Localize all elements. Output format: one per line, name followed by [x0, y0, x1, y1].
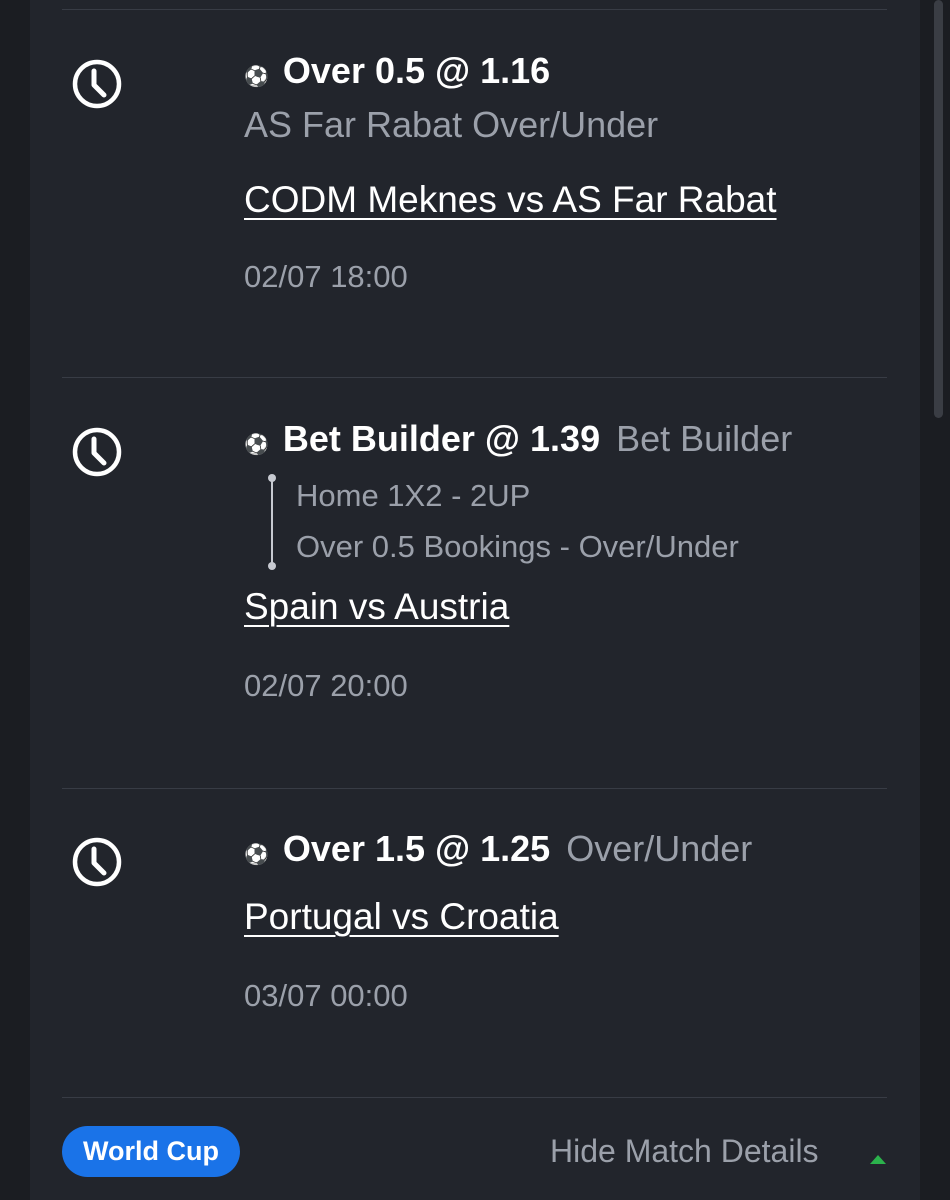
bet-market: Bet Builder [616, 418, 793, 459]
clock-icon [72, 427, 122, 477]
divider [62, 377, 887, 378]
soccer-ball-icon: ⚽ [244, 434, 269, 456]
bet-item: ⚽ Bet Builder @ 1.39 Bet Builder Home 1X… [244, 418, 884, 704]
bet-builder-legs: Home 1X2 - 2UP Over 0.5 Bookings - Over/… [244, 470, 884, 572]
caret-up-icon[interactable] [870, 1155, 886, 1164]
divider [62, 788, 887, 789]
leg-dot [268, 562, 276, 570]
bet-selection: Bet Builder @ 1.39 [282, 418, 601, 459]
divider [62, 1097, 887, 1098]
bet-leg: Over 0.5 Bookings - Over/Under [296, 529, 739, 564]
bet-market: Over/Under [566, 828, 753, 869]
clock-icon [72, 837, 122, 887]
match-link[interactable]: Spain vs Austria [244, 586, 509, 628]
match-time: 02/07 18:00 [244, 259, 408, 294]
bet-headline: ⚽ Over 0.5 @ 1.16 [244, 50, 884, 92]
bet-headline: ⚽ Over 1.5 @ 1.25 Over/Under [244, 828, 884, 870]
competition-badge[interactable]: World Cup [62, 1126, 240, 1177]
leg-dot [268, 474, 276, 482]
clock-icon [72, 59, 122, 109]
legs-connector [271, 478, 273, 566]
match-link[interactable]: Portugal vs Croatia [244, 896, 559, 938]
bet-history-page: ⚽ Over 0.5 @ 1.16 AS Far Rabat Over/Unde… [0, 0, 950, 1200]
match-time: 03/07 00:00 [244, 978, 408, 1013]
bet-item: ⚽ Over 1.5 @ 1.25 Over/Under Portugal vs… [244, 828, 884, 1014]
scrollbar[interactable] [934, 0, 943, 418]
bet-selection: Over 1.5 @ 1.25 [282, 828, 551, 869]
hide-match-details-button[interactable]: Hide Match Details [550, 1133, 819, 1170]
match-link[interactable]: CODM Meknes vs AS Far Rabat [244, 179, 777, 221]
bet-item: ⚽ Over 0.5 @ 1.16 AS Far Rabat Over/Unde… [244, 50, 884, 295]
bet-selection: Over 0.5 @ 1.16 [282, 50, 551, 91]
divider [62, 9, 887, 10]
match-time: 02/07 20:00 [244, 668, 408, 703]
bet-leg: Home 1X2 - 2UP [296, 478, 531, 513]
soccer-ball-icon: ⚽ [244, 66, 269, 88]
bet-headline: ⚽ Bet Builder @ 1.39 Bet Builder [244, 418, 884, 460]
bet-market: AS Far Rabat Over/Under [244, 104, 659, 145]
soccer-ball-icon: ⚽ [244, 844, 269, 866]
